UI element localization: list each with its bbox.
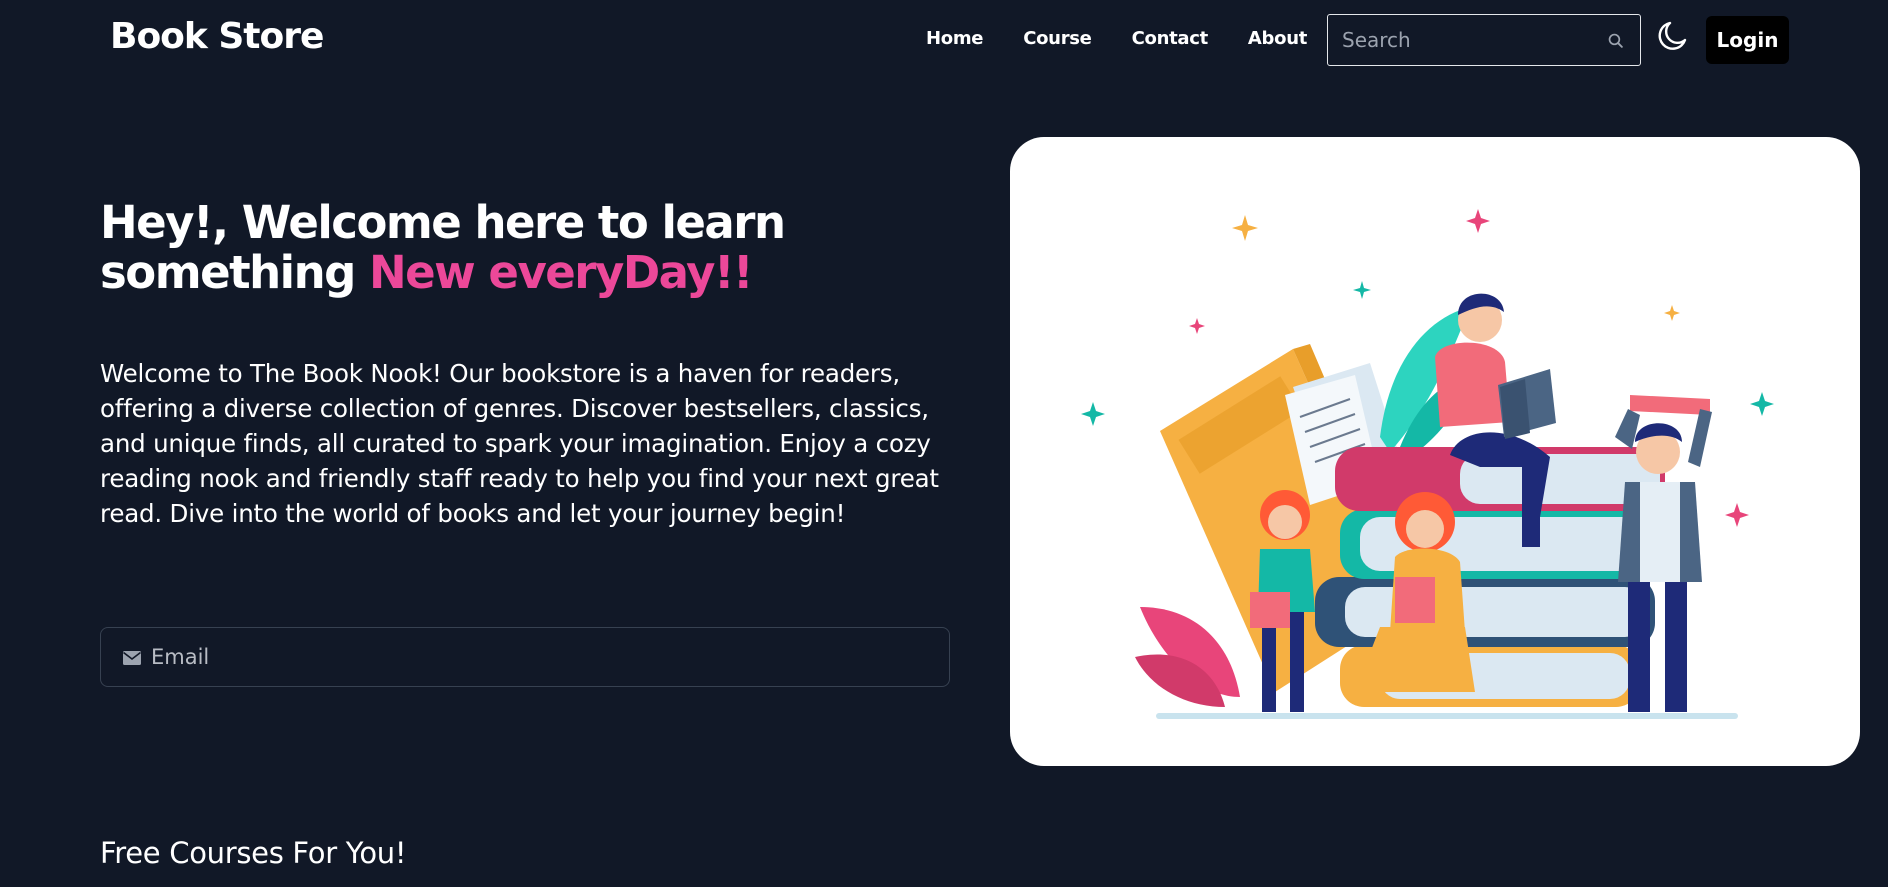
search-icon[interactable] (1607, 32, 1624, 49)
hero-title-accent: New everyDay!! (369, 246, 754, 299)
free-courses-heading: Free Courses For You! (100, 836, 407, 870)
nav-about-link[interactable]: About (1248, 28, 1307, 49)
nav-home-link[interactable]: Home (926, 28, 984, 49)
search-box (1327, 14, 1641, 66)
email-field-wrapper (100, 627, 950, 687)
login-button[interactable]: Login (1706, 16, 1789, 64)
search-input[interactable] (1328, 28, 1590, 52)
nav-links: Home Course Contact About (926, 28, 1347, 49)
email-input[interactable] (151, 628, 931, 686)
nav-course-link[interactable]: Course (1023, 28, 1092, 49)
hero-illustration-card (1010, 137, 1860, 766)
mail-icon (123, 651, 141, 665)
reading-people-illustration (1081, 209, 1774, 719)
brand-logo[interactable]: Book Store (110, 16, 324, 57)
boy-holding-book (1615, 395, 1712, 712)
hero-title: Hey!, Welcome here to learn something Ne… (100, 198, 860, 298)
moon-icon[interactable] (1658, 20, 1688, 52)
hero-description: Welcome to The Book Nook! Our bookstore … (100, 359, 939, 528)
nav-contact-link[interactable]: Contact (1132, 28, 1209, 49)
navbar: Book Store Home Course Contact About Log… (0, 0, 1888, 80)
